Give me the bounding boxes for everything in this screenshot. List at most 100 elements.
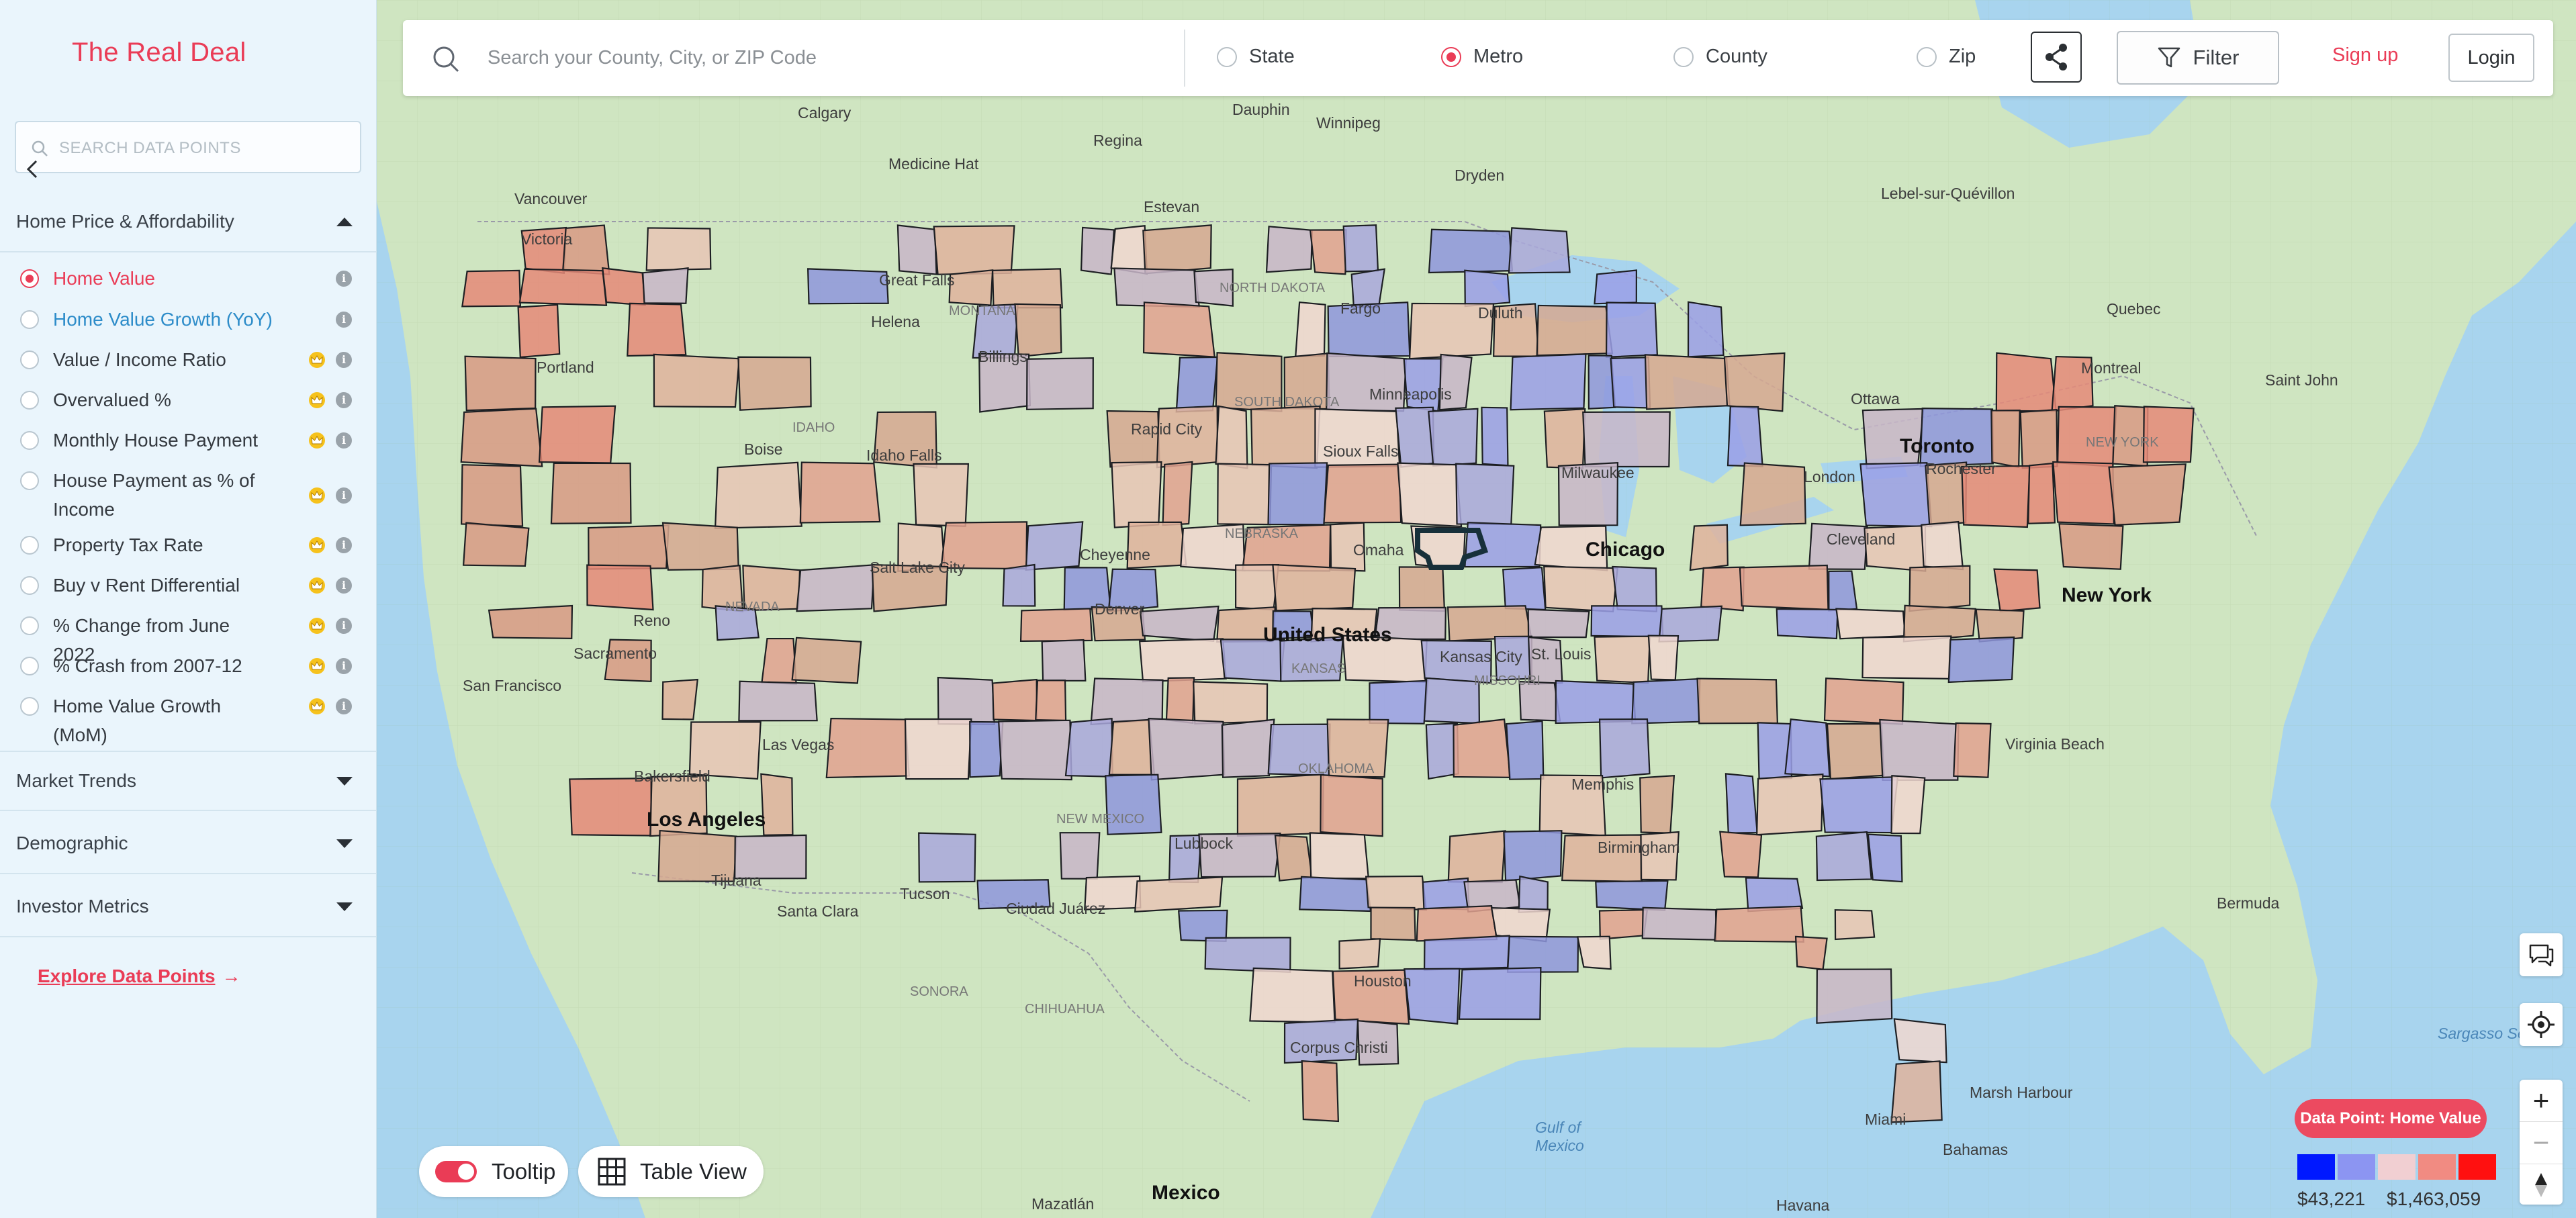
metro-region[interactable] [1724, 773, 1758, 834]
metro-region[interactable] [1598, 718, 1651, 779]
metro-region[interactable] [1975, 608, 2025, 643]
map-canvas[interactable]: Calgary Regina Winnipeg Vancouver Medici… [377, 0, 2576, 1218]
metro-region[interactable] [1138, 638, 1227, 683]
metro-region[interactable] [1025, 521, 1084, 571]
metro-region[interactable] [2019, 408, 2058, 469]
metro-region[interactable] [1395, 406, 1435, 468]
metro-region[interactable] [991, 268, 1063, 309]
metro-region[interactable] [1265, 226, 1314, 273]
metro-region[interactable] [2027, 462, 2056, 524]
metro-region[interactable] [1784, 718, 1831, 778]
metro-region[interactable] [1249, 967, 1336, 1023]
metro-region[interactable] [799, 461, 881, 524]
metro-region[interactable] [1641, 906, 1717, 941]
metro-region[interactable] [1455, 463, 1515, 525]
metro-region[interactable] [948, 269, 994, 306]
metro-region[interactable] [461, 464, 524, 527]
metro-region[interactable] [460, 408, 543, 467]
geo-option-zip[interactable]: Zip [1917, 46, 1976, 68]
info-icon[interactable]: i [336, 658, 352, 674]
metro-region[interactable] [1816, 968, 1893, 1024]
metro-region[interactable] [1342, 224, 1379, 273]
metro-region[interactable] [1647, 635, 1680, 681]
data-point-option[interactable]: Property Tax Rate i [0, 530, 377, 559]
metro-region[interactable] [1756, 773, 1824, 836]
metro-region[interactable] [1404, 968, 1461, 1025]
metro-region[interactable] [1719, 831, 1763, 878]
signup-link[interactable]: Sign up [2332, 44, 2398, 66]
compass-button[interactable] [2520, 1164, 2563, 1206]
metro-region[interactable] [1422, 877, 1470, 910]
metro-region[interactable] [1776, 608, 1839, 640]
metro-region[interactable] [1365, 875, 1427, 911]
metro-region[interactable] [1993, 568, 2041, 612]
metro-region[interactable] [517, 303, 561, 359]
metro-region[interactable] [1035, 680, 1067, 722]
radio-button[interactable] [20, 576, 39, 595]
metro-region[interactable] [1110, 225, 1148, 275]
metro-region[interactable] [1309, 832, 1370, 880]
metro-region[interactable] [1727, 406, 1763, 467]
metro-region[interactable] [627, 302, 687, 357]
metro-region[interactable] [1612, 565, 1657, 612]
radio-button[interactable] [20, 269, 39, 288]
zoom-in-button[interactable]: + [2520, 1080, 2563, 1122]
metro-region[interactable] [1739, 564, 1829, 610]
metro-region[interactable] [1320, 774, 1383, 837]
metro-region[interactable] [464, 355, 537, 412]
info-icon[interactable]: i [336, 537, 352, 553]
chat-button[interactable] [2520, 933, 2563, 976]
metro-region[interactable] [737, 356, 812, 411]
metro-region[interactable] [738, 680, 818, 722]
metro-region[interactable] [1605, 301, 1659, 359]
metro-region[interactable] [1815, 831, 1872, 882]
metro-region[interactable] [1835, 608, 1906, 640]
metro-region[interactable] [1165, 677, 1195, 724]
metro-region[interactable] [796, 564, 875, 612]
metro-region[interactable] [760, 773, 794, 836]
metro-region[interactable] [1819, 776, 1899, 834]
metro-region[interactable] [1338, 938, 1381, 970]
metro-region[interactable] [1921, 520, 1964, 571]
metro-region[interactable] [1221, 718, 1275, 778]
metro-region[interactable] [1700, 566, 1745, 612]
metro-region[interactable] [1139, 605, 1220, 643]
info-icon[interactable]: i [336, 312, 352, 328]
metro-region[interactable] [1108, 718, 1156, 776]
metro-region[interactable] [1687, 301, 1724, 358]
radio-button[interactable] [20, 391, 39, 410]
metro-region[interactable] [1518, 875, 1549, 914]
locate-me-button[interactable] [2520, 1003, 2563, 1046]
collapse-sidebar-icon[interactable] [19, 156, 46, 183]
radio-button[interactable] [20, 431, 39, 450]
metro-region[interactable] [661, 522, 739, 571]
metro-region[interactable] [1215, 405, 1248, 469]
metro-region[interactable] [1064, 718, 1113, 778]
metro-region[interactable] [1555, 680, 1637, 724]
data-point-option[interactable]: Home Value i [0, 264, 377, 293]
metro-region[interactable] [1148, 717, 1226, 781]
metro-region[interactable] [761, 637, 797, 685]
share-button[interactable] [2031, 32, 2082, 83]
section-home-price[interactable]: Home Price & Affordability [0, 192, 377, 252]
metro-region[interactable] [904, 718, 972, 780]
metro-region[interactable] [1295, 301, 1326, 357]
section-market-trends[interactable]: Market Trends [0, 751, 377, 811]
info-icon[interactable]: i [336, 392, 352, 408]
metro-region[interactable] [1859, 462, 1933, 528]
metro-region[interactable] [1947, 636, 2015, 684]
metro-region[interactable] [1111, 461, 1162, 528]
metro-region[interactable] [1464, 269, 1511, 308]
filter-button[interactable]: Filter [2117, 31, 2279, 85]
info-icon[interactable]: i [336, 487, 352, 504]
geo-option-state[interactable]: State [1217, 46, 1295, 68]
radio-button[interactable] [20, 657, 39, 675]
metro-region[interactable] [1447, 830, 1506, 884]
metro-region[interactable] [998, 719, 1072, 781]
metro-region[interactable] [1714, 905, 1804, 943]
info-icon[interactable]: i [336, 577, 352, 594]
metro-region[interactable] [1543, 408, 1586, 469]
metro-region[interactable] [1446, 605, 1532, 642]
metro-region[interactable] [1828, 570, 1858, 612]
radio-button[interactable] [20, 350, 39, 369]
